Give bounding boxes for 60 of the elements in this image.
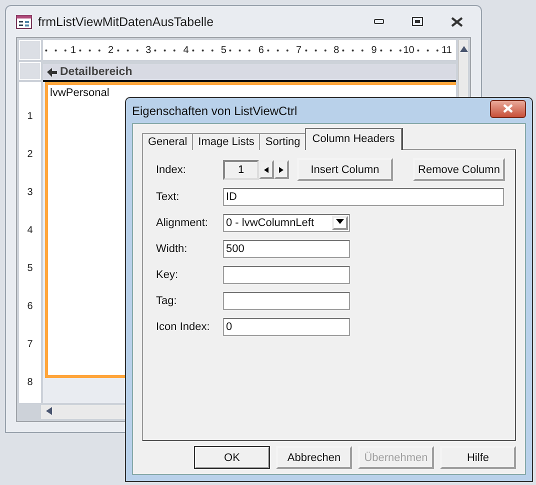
tab[interactable]: General: [142, 133, 194, 150]
ruler-number: 3: [144, 44, 152, 56]
section-arrow-icon: [47, 68, 57, 76]
ruler-number: 7: [27, 338, 33, 350]
ruler-number: 1: [69, 44, 77, 56]
ruler-number: 10: [402, 44, 416, 56]
scroll-left-icon: [46, 407, 54, 415]
ruler-corner: [19, 40, 41, 60]
dropdown-field[interactable]: 0 - lvwColumnLeft: [223, 214, 350, 232]
ruler-number: 5: [27, 262, 33, 274]
field-label: Icon Index:: [156, 321, 211, 333]
dialog-button[interactable]: Abbrechen: [276, 446, 352, 469]
field-label: Key:: [156, 269, 180, 281]
tab[interactable]: Image Lists: [192, 133, 260, 150]
tab[interactable]: Column Headers: [305, 128, 402, 150]
field-label: Text:: [156, 191, 180, 203]
text-field[interactable]: ID: [223, 188, 504, 206]
window-title: frmListViewMitDatenAusTabelle: [38, 14, 215, 28]
field-label: Tag:: [156, 295, 178, 307]
next-button[interactable]: [274, 160, 289, 179]
ruler-number: 11: [440, 44, 453, 56]
dialog-button[interactable]: OK: [194, 446, 270, 469]
index-field[interactable]: 1: [223, 160, 259, 180]
section-header[interactable]: Detailbereich: [43, 64, 456, 82]
scroll-up-icon: [460, 46, 468, 54]
close-icon: [503, 104, 513, 113]
insert-column-button[interactable]: Insert Column: [297, 158, 393, 181]
previous-button[interactable]: [259, 160, 274, 179]
text-field[interactable]: 0: [223, 318, 350, 336]
right-arrow-icon: [278, 166, 284, 172]
left-arrow-icon: [264, 166, 270, 172]
tab[interactable]: Sorting: [259, 133, 306, 150]
ruler-number: 7: [295, 44, 303, 56]
close-button[interactable]: [490, 100, 526, 118]
ruler-number: 2: [27, 148, 33, 160]
ruler-number: 4: [182, 44, 190, 56]
ruler-number: 2: [107, 44, 115, 56]
control-name: lvwPersonal: [49, 86, 110, 101]
text-field[interactable]: [223, 292, 350, 310]
text-field[interactable]: 500: [223, 240, 350, 258]
maximize-icon[interactable]: [412, 17, 423, 26]
dialog-button[interactable]: Hilfe: [440, 446, 516, 469]
field-label: Index:: [156, 164, 187, 176]
ruler-number: 6: [257, 44, 265, 56]
ruler-number: 5: [220, 44, 228, 56]
ruler-number: 6: [27, 300, 33, 312]
minimize-icon[interactable]: [374, 19, 384, 24]
ruler-number: 1: [27, 110, 33, 122]
form-icon: [16, 14, 32, 28]
close-icon[interactable]: [451, 16, 463, 26]
ruler-number: 3: [27, 186, 33, 198]
field-label: Alignment:: [156, 217, 209, 229]
ruler-number: 8: [332, 44, 340, 56]
field-label: Width:: [156, 243, 188, 255]
remove-column-button[interactable]: Remove Column: [413, 158, 505, 181]
ruler-number: 8: [27, 376, 33, 388]
text-field[interactable]: [223, 266, 350, 284]
dialog-title: Eigenschaften von ListViewCtrl: [132, 104, 298, 118]
ruler-number: 4: [27, 224, 33, 236]
ruler-number: 9: [370, 44, 378, 56]
